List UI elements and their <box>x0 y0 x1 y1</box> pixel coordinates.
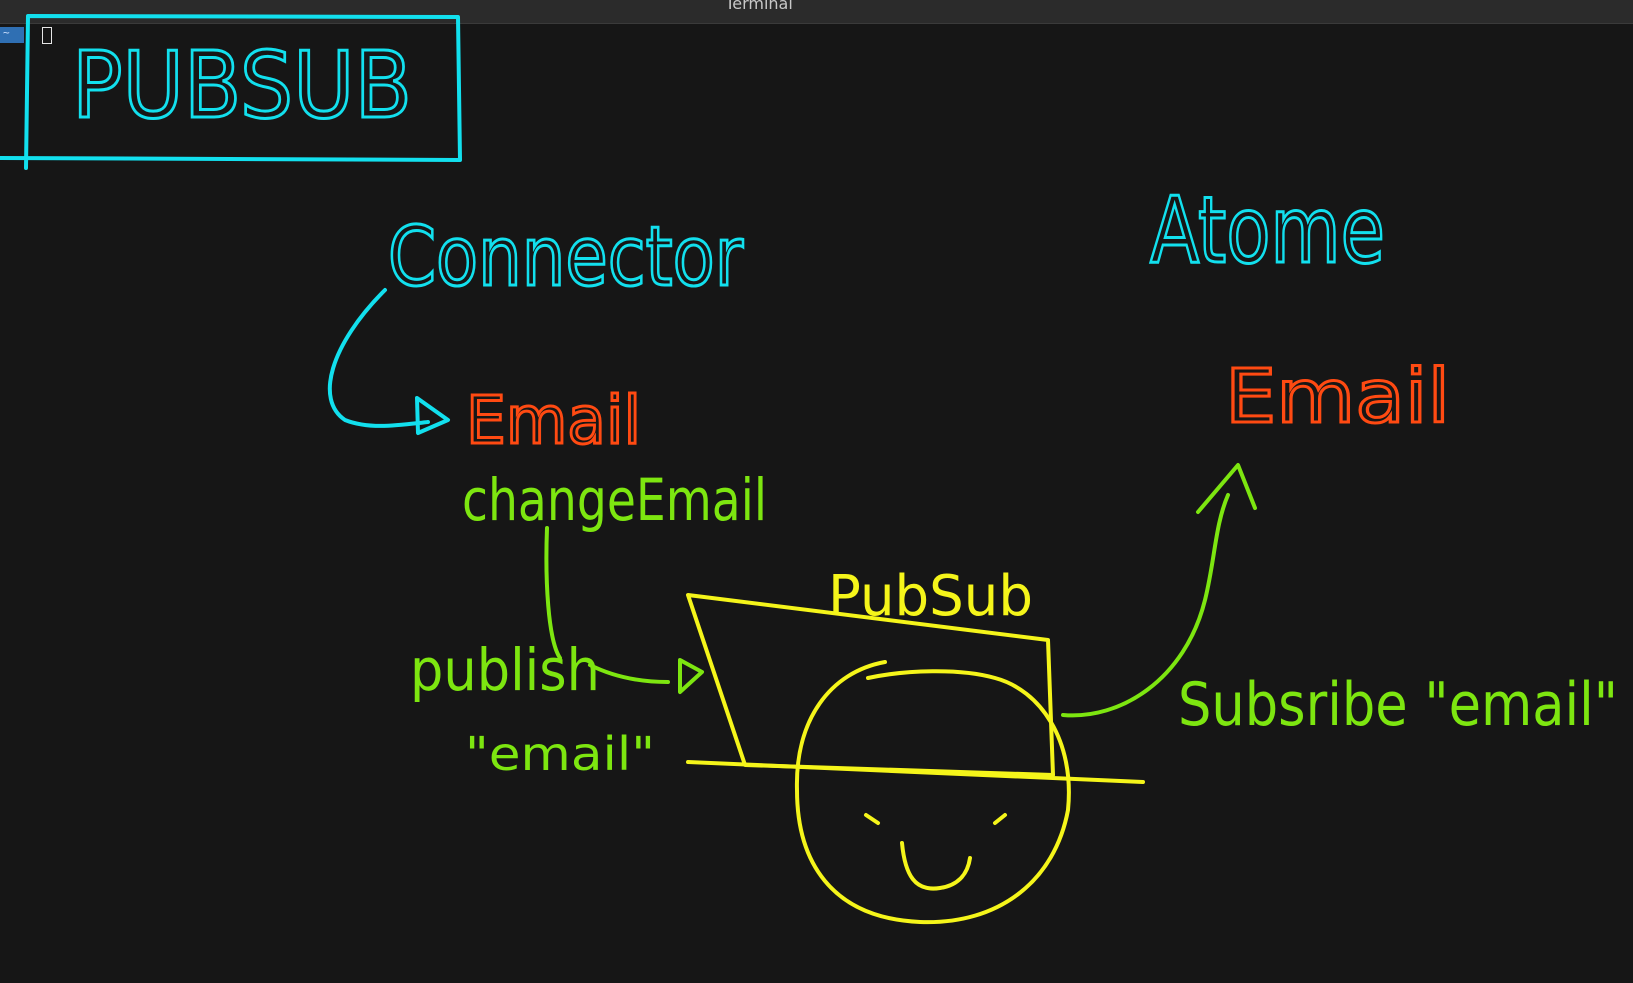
connector-arrow <box>327 288 430 428</box>
connector-arrow-head <box>415 396 450 435</box>
smiley-right-eye <box>993 813 1007 825</box>
subscribe-arrow-head <box>1196 463 1257 514</box>
connector-label: Connector <box>388 210 743 305</box>
terminal-window: Terminal ~ PUBSUB Connector Email change… <box>0 0 1633 983</box>
smiley-mouth <box>900 841 972 891</box>
publish-arrow <box>588 663 670 684</box>
title-box-label: PUBSUB <box>72 32 412 139</box>
atom-label: Atome <box>1150 177 1385 284</box>
pubsub-baseline <box>686 760 1145 784</box>
smiley-left-eye <box>864 813 880 825</box>
publish-arrow-head <box>678 658 704 694</box>
smiley-face <box>794 660 1071 925</box>
pubsub-label: PubSub <box>828 564 1033 629</box>
email-left-label: Email <box>466 382 641 459</box>
publish-argument: "email" <box>465 727 655 781</box>
change-email-label: changeEmail <box>462 466 767 534</box>
drawing-canvas[interactable]: PUBSUB Connector Email changeEmail publi… <box>0 0 1633 983</box>
email-right-label: Email <box>1225 354 1450 440</box>
publish-label: publish <box>410 636 600 704</box>
subscribe-label: Subsribe "email" <box>1178 670 1618 740</box>
